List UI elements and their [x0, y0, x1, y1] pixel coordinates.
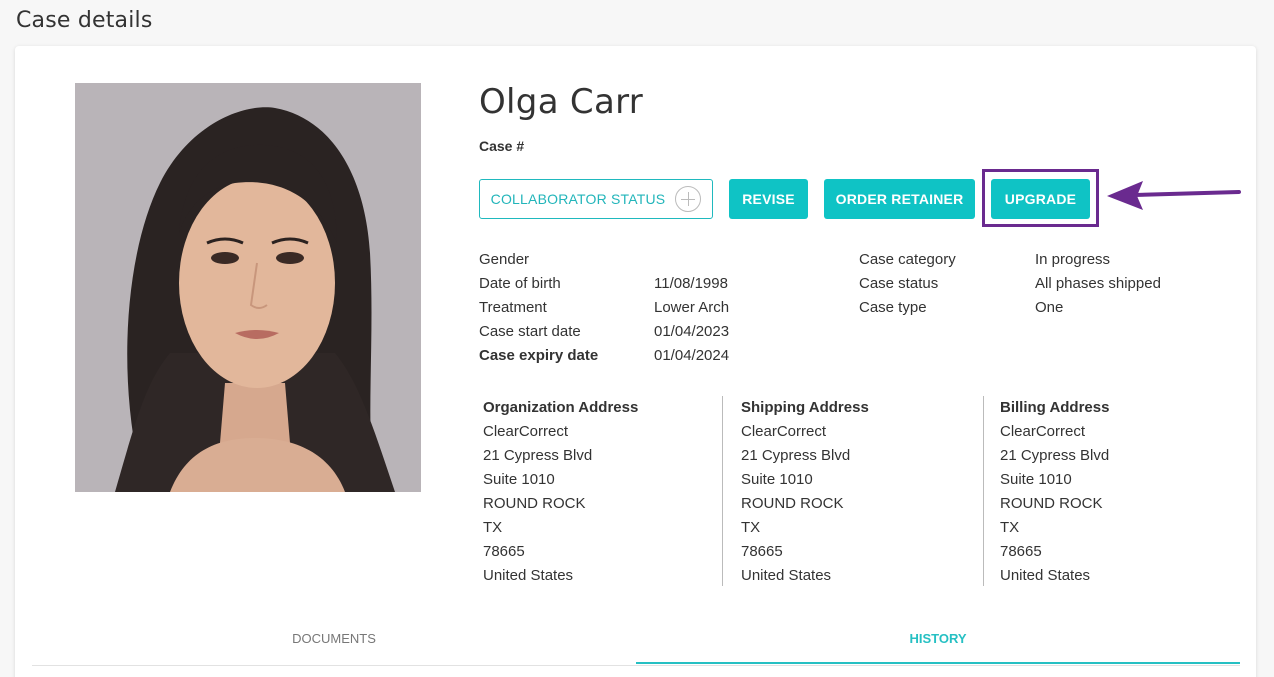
address-line: ClearCorrect [483, 423, 569, 440]
address-line: 78665 [483, 543, 525, 560]
shipping-address-title: Shipping Address [741, 399, 869, 416]
case-number-label: Case # [479, 138, 525, 154]
organization-address: Organization Address ClearCorrect 21 Cyp… [483, 396, 638, 588]
tab-history[interactable]: HISTORY [636, 616, 1240, 664]
case-type-label: Case type [859, 299, 927, 316]
address-line: United States [1000, 567, 1091, 584]
address-line: ROUND ROCK [483, 495, 586, 512]
address-line: 21 Cypress Blvd [483, 447, 593, 464]
case-expiry-label: Case expiry date [479, 347, 599, 364]
address-line: United States [483, 567, 574, 584]
address-line: TX [483, 519, 503, 536]
organization-address-title: Organization Address [483, 399, 639, 416]
collaborator-status-button[interactable]: COLLABORATOR STATUS [479, 179, 713, 219]
revise-button[interactable]: REVISE [729, 179, 808, 219]
details-labels-right: Case category Case status Case type [859, 248, 956, 320]
treatment-value: Lower Arch [654, 299, 730, 316]
details-values-left: 11/08/1998 Lower Arch 01/04/2023 01/04/2… [654, 272, 729, 368]
address-line: 21 Cypress Blvd [741, 447, 851, 464]
case-type-value: One [1035, 299, 1064, 316]
address-line: United States [741, 567, 832, 584]
address-line: 78665 [1000, 543, 1042, 560]
details-values-right: In progress All phases shipped One [1035, 248, 1161, 320]
case-tabs: DOCUMENTS HISTORY [32, 616, 1240, 666]
address-line: Suite 1010 [1000, 471, 1072, 488]
arrow-left-icon [1107, 181, 1241, 210]
address-line: Suite 1010 [741, 471, 813, 488]
address-line: 78665 [741, 543, 783, 560]
upgrade-button[interactable]: UPGRADE [991, 179, 1090, 219]
case-status-value: All phases shipped [1035, 275, 1161, 292]
case-expiry-value: 01/04/2024 [654, 347, 730, 364]
shipping-address: Shipping Address ClearCorrect 21 Cypress… [741, 396, 869, 588]
case-card: Olga Carr Case # COLLABORATOR STATUS REV… [15, 46, 1256, 677]
case-status-label: Case status [859, 275, 939, 292]
billing-address: Billing Address ClearCorrect 21 Cypress … [1000, 396, 1109, 588]
case-start-value: 01/04/2023 [654, 323, 730, 340]
address-line: ROUND ROCK [1000, 495, 1103, 512]
address-divider [722, 396, 723, 586]
patient-photo [75, 83, 421, 492]
address-line: ClearCorrect [741, 423, 827, 440]
address-line: ClearCorrect [1000, 423, 1086, 440]
details-labels-left: Gender Date of birth Treatment Case star… [479, 248, 598, 368]
address-line: ROUND ROCK [741, 495, 844, 512]
address-line: TX [741, 519, 761, 536]
dob-label: Date of birth [479, 275, 561, 292]
address-line: TX [1000, 519, 1020, 536]
case-category-value: In progress [1035, 251, 1111, 268]
patient-name: Olga Carr [479, 82, 644, 122]
billing-address-title: Billing Address [1000, 399, 1110, 416]
plus-circle-icon [675, 186, 702, 212]
dob-value: 11/08/1998 [654, 275, 728, 292]
address-line: 21 Cypress Blvd [1000, 447, 1110, 464]
gender-label: Gender [479, 251, 530, 268]
treatment-label: Treatment [479, 299, 547, 316]
order-retainer-button[interactable]: ORDER RETAINER [824, 179, 975, 219]
case-category-label: Case category [859, 251, 956, 268]
collaborator-status-label: COLLABORATOR STATUS [490, 191, 666, 207]
case-start-label: Case start date [479, 323, 581, 340]
address-divider [983, 396, 984, 586]
page-title: Case details [16, 8, 153, 33]
tab-documents[interactable]: DOCUMENTS [32, 616, 636, 664]
address-line: Suite 1010 [483, 471, 555, 488]
